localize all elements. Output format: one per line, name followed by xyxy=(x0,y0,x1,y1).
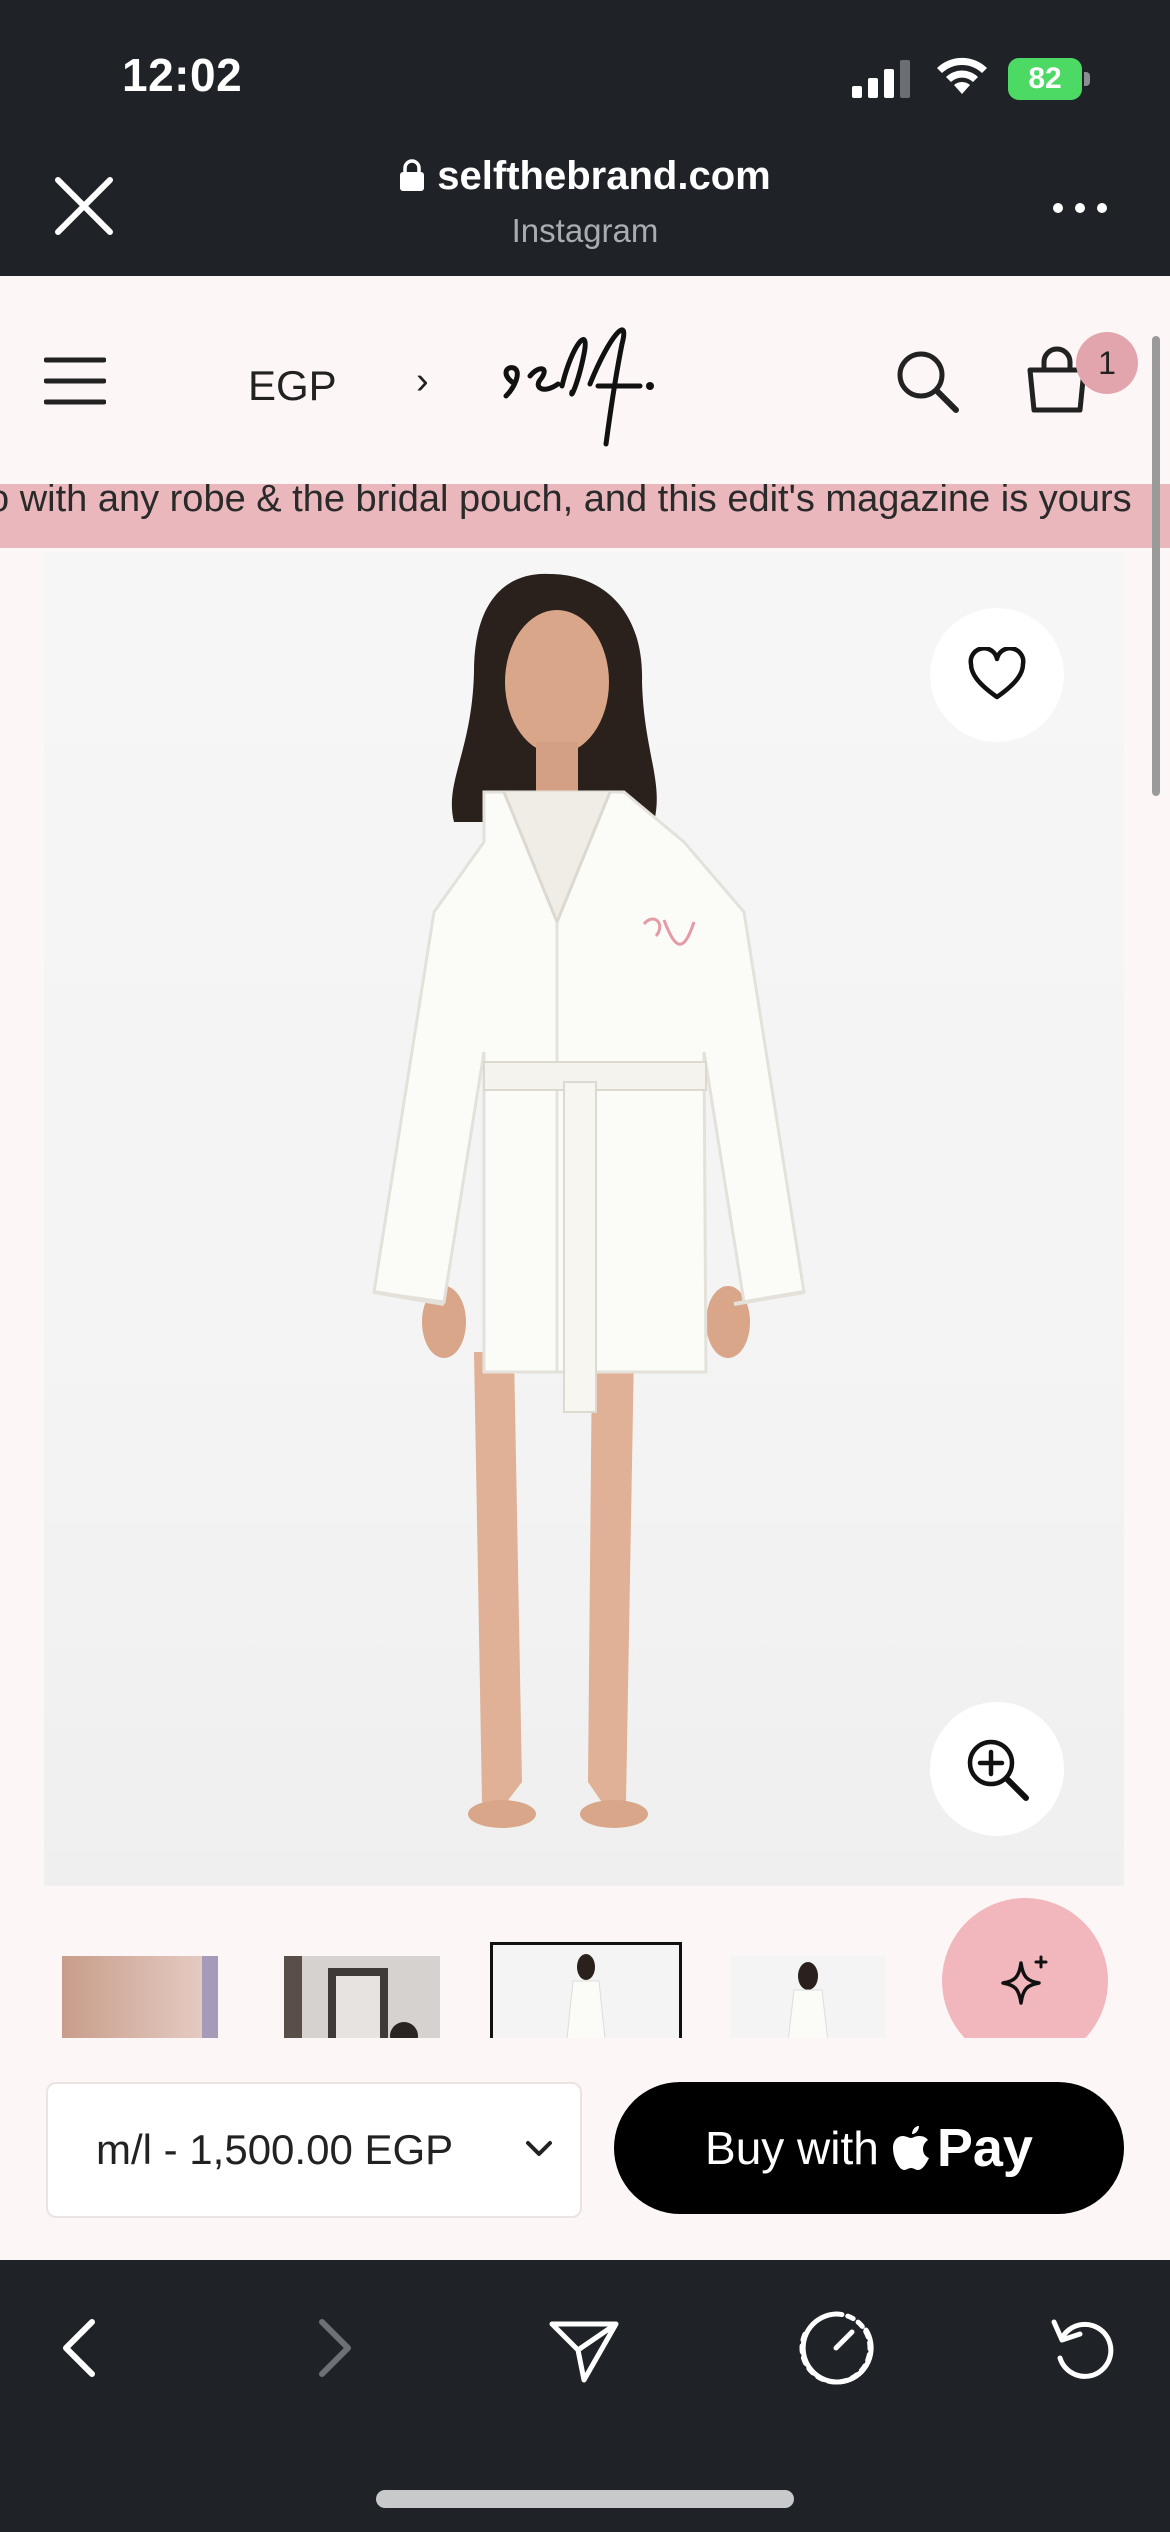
wifi-icon xyxy=(937,57,987,94)
lock-icon xyxy=(400,159,425,191)
home-indicator[interactable] xyxy=(376,2490,794,2508)
apple-pay-button[interactable]: Buy with Pay xyxy=(614,2082,1124,2214)
url-text: selfthebrand.com xyxy=(437,154,771,198)
battery-level: 82 xyxy=(1008,58,1082,100)
status-time: 12:02 xyxy=(122,49,243,101)
forward-arrow-icon[interactable] xyxy=(290,2308,370,2388)
variant-select[interactable]: m/l - 1,500.00 EGP xyxy=(46,2082,582,2218)
zoom-in-icon xyxy=(967,1739,1029,1801)
reload-icon[interactable] xyxy=(1044,2308,1124,2388)
variant-value: m/l - 1,500.00 EGP xyxy=(96,2126,454,2173)
thumbnail-1[interactable] xyxy=(62,1956,218,2042)
hamburger-menu-icon[interactable] xyxy=(44,356,106,406)
purchase-bar: m/l - 1,500.00 EGP Buy with Pay xyxy=(0,2038,1170,2260)
favorite-button[interactable] xyxy=(930,608,1064,742)
promo-banner: o with any robe & the bridal pouch, and … xyxy=(0,484,1170,548)
battery-icon: 82 xyxy=(1008,58,1090,100)
url-source: Instagram xyxy=(511,212,659,249)
chevron-down-icon xyxy=(526,2141,552,2156)
sparkle-icon xyxy=(1001,1955,1048,2005)
currency-selector[interactable]: EGP xyxy=(248,362,337,410)
heart-icon xyxy=(968,647,1026,700)
site-header: EGP › 1 xyxy=(0,276,1170,484)
thumbnail-image xyxy=(62,1956,218,2042)
brand-logo[interactable] xyxy=(500,304,670,454)
cellular-signal-icon xyxy=(852,60,910,98)
in-app-browser-bar: selfthebrand.com Instagram xyxy=(0,140,1170,276)
url-display[interactable]: selfthebrand.com xyxy=(0,154,1170,199)
zoom-button[interactable] xyxy=(930,1702,1064,1836)
thumbnail-4[interactable] xyxy=(730,1956,886,2042)
scrollbar[interactable] xyxy=(1152,336,1160,796)
apple-pay-brand: Pay xyxy=(936,2118,1033,2178)
thumbnail-image xyxy=(730,1956,886,2042)
search-icon[interactable] xyxy=(894,348,960,414)
activity-gauge-icon[interactable] xyxy=(796,2308,876,2388)
apple-logo-icon xyxy=(892,2126,929,2170)
thumbnail-2[interactable] xyxy=(284,1956,440,2042)
thumbnail-3-active[interactable] xyxy=(490,1942,682,2042)
status-bar: 12:02 82 xyxy=(0,0,1170,140)
web-page: EGP › 1 o with any robe & the bridal pou… xyxy=(0,276,1170,2260)
share-send-icon[interactable] xyxy=(544,2308,624,2388)
cart-count-badge: 1 xyxy=(1076,332,1138,394)
chevron-right-icon[interactable]: › xyxy=(416,360,429,403)
apple-pay-label: Buy with xyxy=(705,2122,879,2174)
model-wearing-robe-image xyxy=(372,573,806,1828)
back-arrow-icon[interactable] xyxy=(44,2308,124,2388)
thumbnail-image xyxy=(284,1956,440,2042)
more-options-icon[interactable] xyxy=(1050,200,1110,216)
promo-text: o with any robe & the bridal pouch, and … xyxy=(0,484,1132,520)
product-image[interactable] xyxy=(44,552,1124,1886)
thumbnail-image xyxy=(493,1945,679,2039)
